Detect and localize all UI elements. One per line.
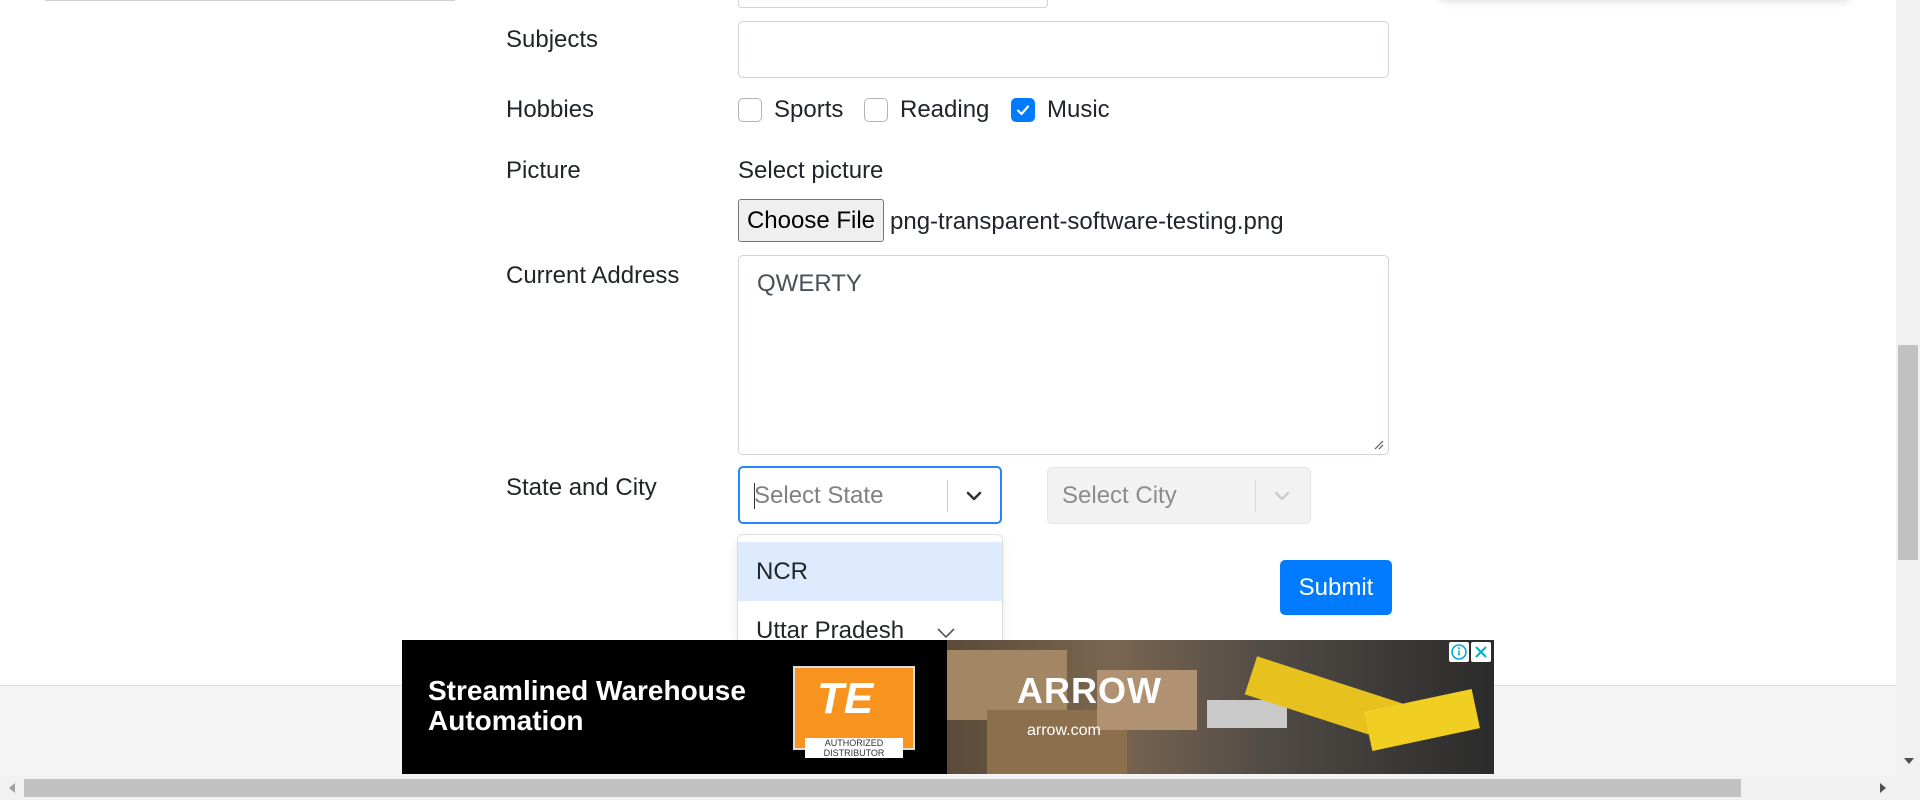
sports-checkbox[interactable] bbox=[738, 98, 762, 122]
current-address-label: Current Address bbox=[506, 262, 680, 289]
info-icon-glyph bbox=[1451, 644, 1467, 660]
state-city-label: State and City bbox=[506, 474, 657, 501]
close-icon[interactable] bbox=[1471, 642, 1491, 662]
picture-label: Picture bbox=[506, 157, 581, 184]
choose-file-button[interactable]: Choose File bbox=[738, 199, 884, 242]
chevron-down-icon bbox=[937, 628, 955, 639]
selected-file-name: png-transparent-software-testing.png bbox=[890, 208, 1284, 235]
state-option-uttar-pradesh[interactable]: Uttar Pradesh bbox=[738, 601, 1002, 645]
indicator-separator bbox=[947, 480, 948, 512]
te-connectivity-logo: TE AUTHORIZED DISTRIBUTOR bbox=[793, 666, 915, 758]
current-address-value: QWERTY bbox=[757, 270, 862, 297]
select-picture-label: Select picture bbox=[738, 157, 884, 184]
scroll-down-arrow-icon[interactable] bbox=[1903, 756, 1915, 766]
scroll-left-arrow-icon[interactable] bbox=[7, 782, 17, 794]
city-placeholder: Select City bbox=[1062, 482, 1177, 509]
reading-checkbox[interactable] bbox=[864, 98, 888, 122]
reading-label[interactable]: Reading bbox=[900, 96, 989, 124]
te-logo-subtext: AUTHORIZED DISTRIBUTOR bbox=[805, 738, 903, 758]
close-icon-glyph bbox=[1475, 646, 1487, 658]
subjects-label: Subjects bbox=[506, 26, 599, 53]
ad-headline[interactable]: Streamlined Warehouse Automation bbox=[428, 676, 758, 736]
te-logo-text: TE bbox=[817, 674, 874, 723]
city-select[interactable]: Select City bbox=[1047, 467, 1311, 524]
subjects-input[interactable] bbox=[738, 21, 1389, 78]
hobby-reading[interactable]: Reading bbox=[864, 96, 989, 124]
state-dropdown-menu: NCR Uttar Pradesh bbox=[738, 535, 1002, 645]
left-panel-divider bbox=[45, 0, 455, 1]
checkmark-icon bbox=[1016, 105, 1030, 116]
hobby-music[interactable]: Music bbox=[1011, 96, 1110, 124]
music-checkbox[interactable] bbox=[1011, 98, 1035, 122]
current-address-textarea[interactable]: QWERTY bbox=[738, 255, 1389, 455]
horizontal-scrollbar-thumb[interactable] bbox=[24, 779, 1741, 797]
chevron-down-icon[interactable] bbox=[960, 482, 988, 510]
state-select[interactable]: Select State bbox=[738, 466, 1002, 524]
previous-field-edge bbox=[738, 0, 1048, 8]
warehouse-photo: ARROW arrow.com bbox=[947, 640, 1494, 774]
arrow-url: arrow.com bbox=[1027, 722, 1101, 739]
hobby-sports[interactable]: Sports bbox=[738, 96, 843, 124]
vertical-scrollbar-thumb[interactable] bbox=[1898, 345, 1918, 560]
arrow-logo: ARROW bbox=[1017, 670, 1162, 711]
scroll-right-arrow-icon[interactable] bbox=[1878, 782, 1888, 794]
indicator-separator bbox=[1255, 480, 1256, 512]
state-placeholder: Select State bbox=[754, 482, 884, 509]
chevron-down-icon bbox=[1274, 491, 1290, 501]
hobbies-label: Hobbies bbox=[506, 96, 595, 123]
music-label[interactable]: Music bbox=[1047, 96, 1110, 124]
info-icon[interactable] bbox=[1449, 642, 1469, 662]
resize-grip-icon[interactable] bbox=[1372, 438, 1384, 450]
submit-button[interactable]: Submit bbox=[1280, 560, 1392, 615]
ad-banner[interactable]: Streamlined Warehouse Automation TE AUTH… bbox=[402, 640, 1494, 774]
state-option-ncr[interactable]: NCR bbox=[738, 542, 1002, 601]
sports-label[interactable]: Sports bbox=[774, 96, 843, 124]
